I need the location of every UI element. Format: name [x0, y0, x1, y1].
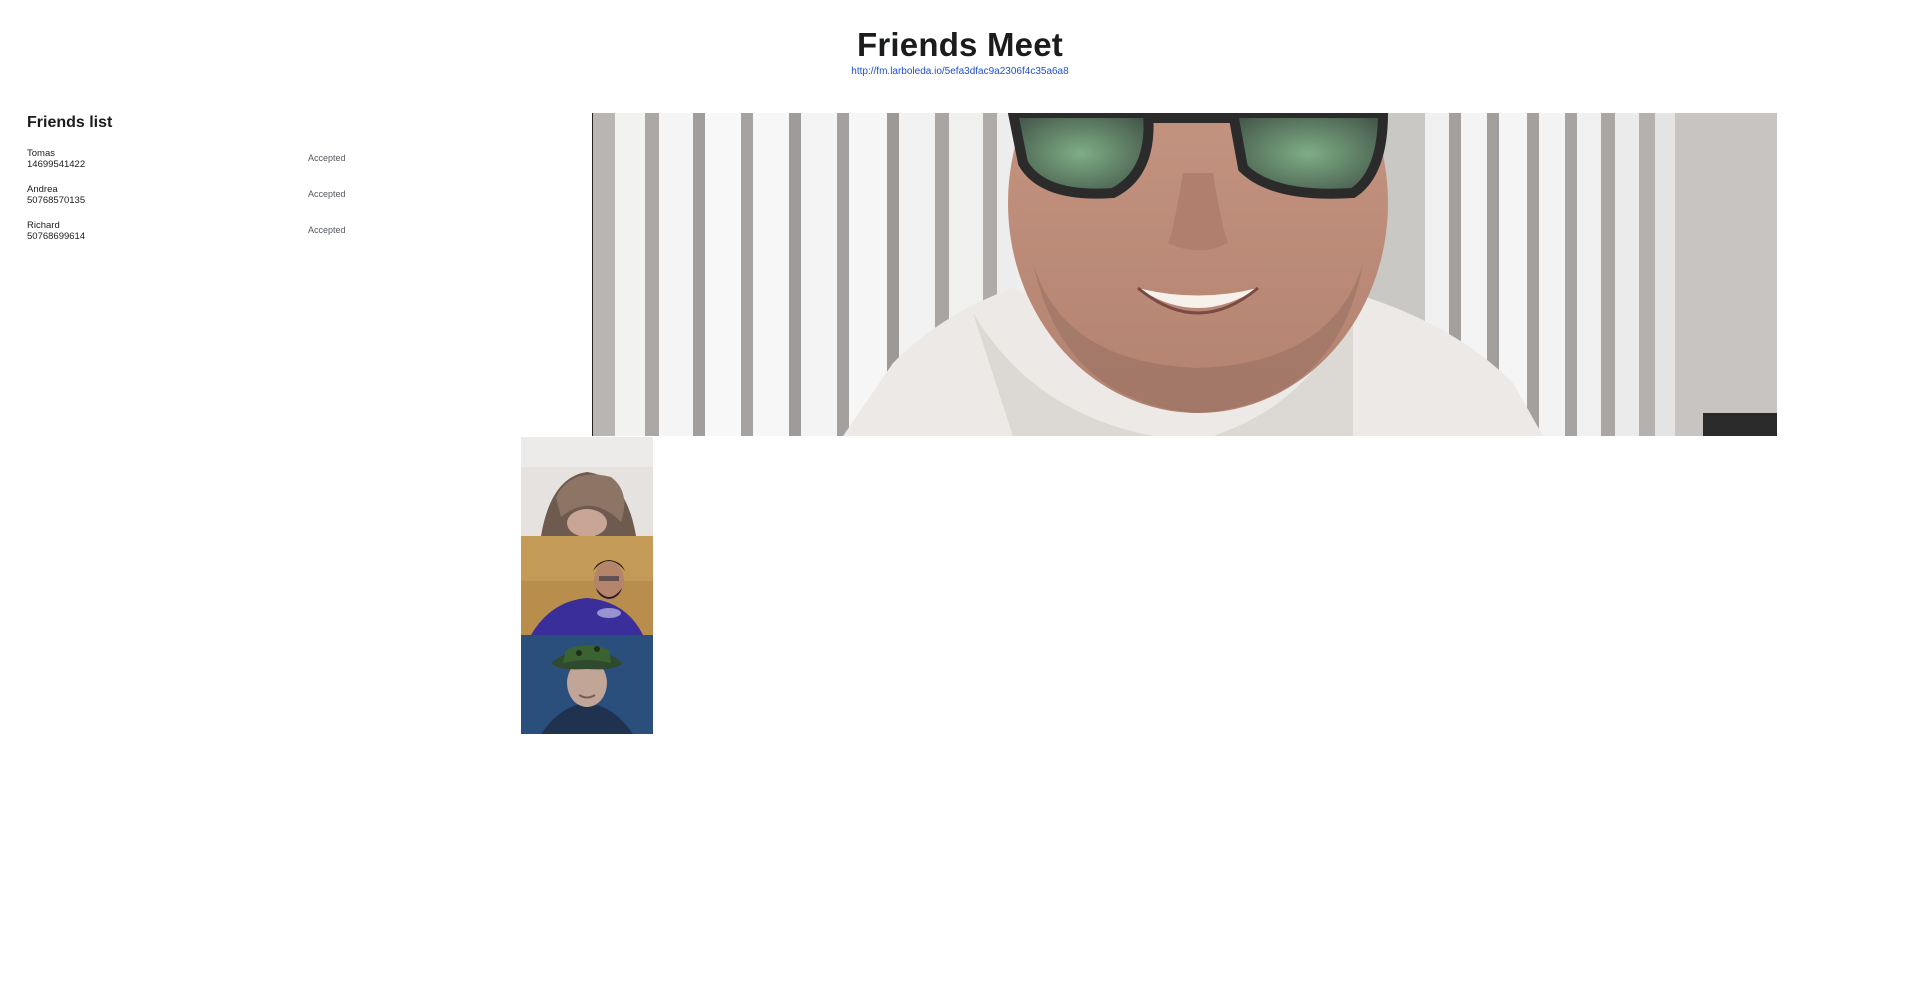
- friend-name: Tomas: [27, 148, 55, 159]
- main-video-image: [593, 113, 1777, 436]
- friend-row-tomas[interactable]: Tomas 14699541422 Accepted: [27, 148, 347, 184]
- participant-thumbnails: [521, 437, 653, 734]
- page-title: Friends Meet: [857, 26, 1063, 63]
- participant-video-image: [521, 536, 653, 635]
- friends-panel: Friends list Tomas 14699541422 Accepted …: [27, 114, 347, 256]
- participant-video-image: [521, 635, 653, 734]
- friend-name: Richard: [27, 220, 60, 231]
- room-link[interactable]: http://fm.larboleda.io/5efa3dfac9a2306f4…: [851, 66, 1068, 77]
- friend-phone: 50768570135: [27, 195, 86, 206]
- friend-status: Accepted: [308, 189, 346, 199]
- friend-row-richard[interactable]: Richard 50768699614 Accepted: [27, 220, 347, 256]
- room-link-container: http://fm.larboleda.io/5efa3dfac9a2306f4…: [0, 66, 1920, 77]
- friend-phone: 14699541422: [27, 159, 86, 170]
- friend-status: Accepted: [308, 153, 346, 163]
- participant-thumbnail-2[interactable]: [521, 536, 653, 635]
- friend-row-andrea[interactable]: Andrea 50768570135 Accepted: [27, 184, 347, 220]
- friend-status: Accepted: [308, 225, 346, 235]
- participant-thumbnail-3[interactable]: [521, 635, 653, 734]
- friend-phone: 50768699614: [27, 231, 86, 242]
- friends-list-heading: Friends list: [27, 114, 113, 131]
- friend-name: Andrea: [27, 184, 58, 195]
- app-page: Friends Meet http://fm.larboleda.io/5efa…: [0, 0, 1920, 994]
- participant-thumbnail-1[interactable]: [521, 437, 653, 536]
- participant-video-image: [521, 437, 653, 536]
- main-video-feed[interactable]: [592, 113, 1777, 436]
